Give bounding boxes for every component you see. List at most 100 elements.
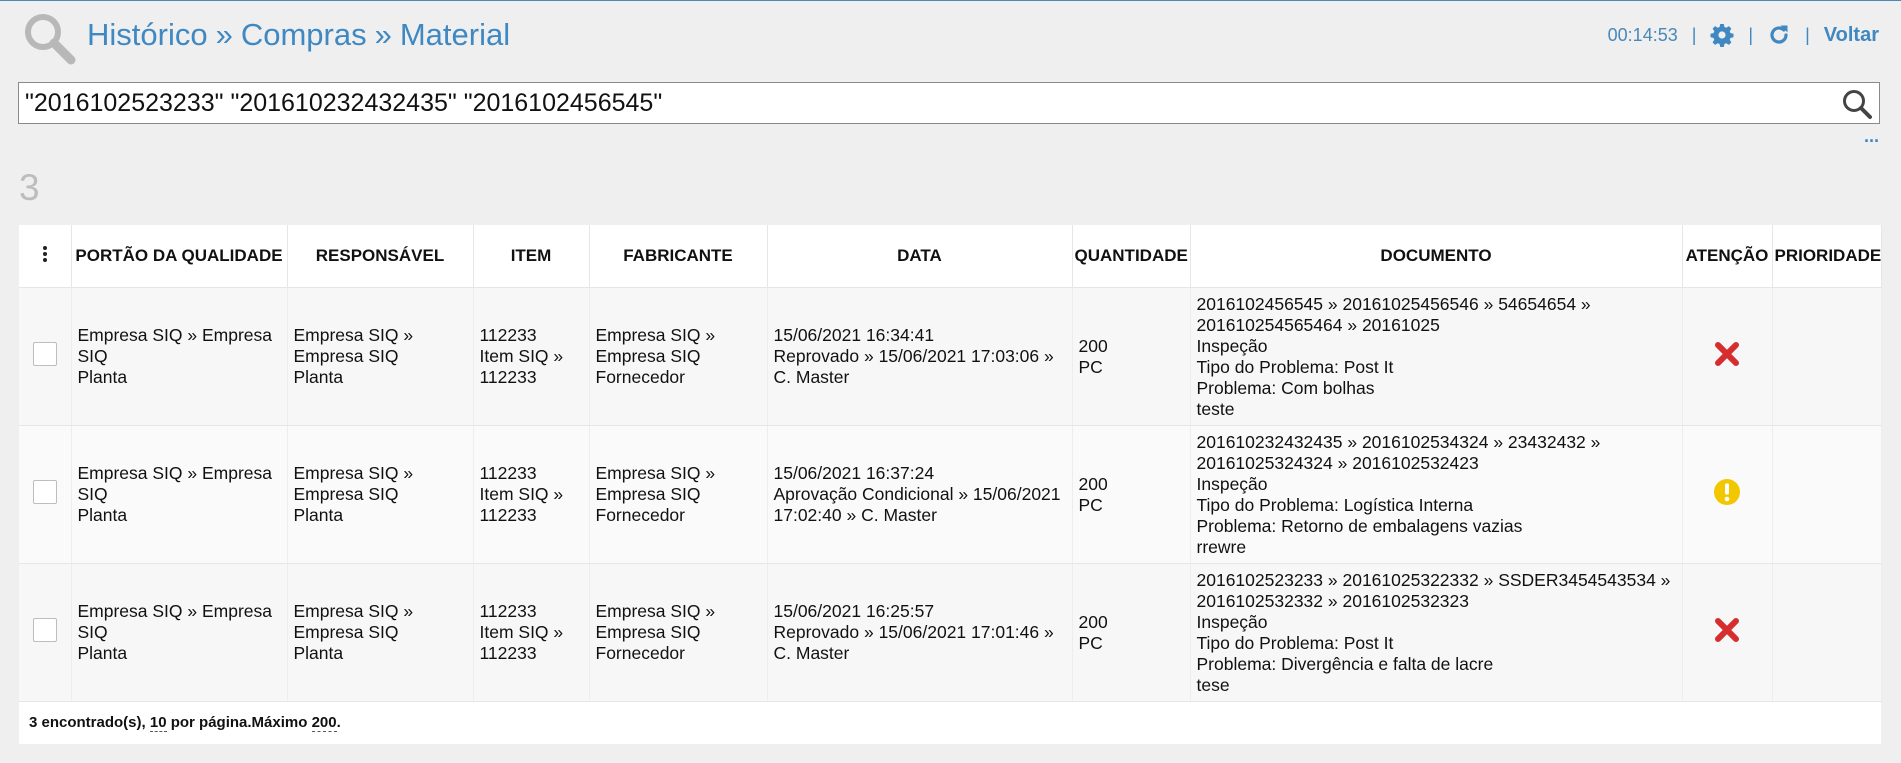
table-row[interactable]: Empresa SIQ » Empresa SIQ Planta Empresa…: [19, 287, 1882, 426]
column-header-documento[interactable]: DOCUMENTO: [1190, 225, 1683, 288]
cell-line: SIQ: [77, 484, 108, 504]
cell-line: Fornecedor: [595, 643, 686, 663]
cell-line: Empresa SIQ: [595, 622, 701, 642]
column-header-atencao[interactable]: ATENÇÃO: [1682, 225, 1773, 288]
cell-line: Empresa SIQ » Empresa: [77, 325, 273, 345]
column-header-item[interactable]: ITEM: [473, 225, 590, 288]
cell-prioridade: [1772, 425, 1882, 564]
cell-line: 20161025324324 » 2016102532423: [1196, 452, 1479, 473]
cell-line: Problema: Com bolhas: [1196, 377, 1375, 398]
max-results-selector[interactable]: 200: [311, 714, 337, 732]
cell-line: 15/06/2021 16:25:57: [773, 601, 935, 621]
warning-icon: [1714, 479, 1740, 505]
column-header-responsavel[interactable]: RESPONSÁVEL: [287, 225, 474, 288]
cell-line: Empresa SIQ »: [293, 463, 414, 483]
search-bar: [18, 82, 1880, 124]
row-select-cell: [19, 563, 72, 702]
cell-data: 15/06/2021 16:34:41 Reprovado » 15/06/20…: [767, 287, 1073, 426]
pagination-footer: 3 encontrado(s), 10 por página.Máximo 20…: [19, 702, 1881, 744]
cell-line: Problema: Retorno de embalagens vazias: [1196, 515, 1523, 536]
gear-icon[interactable]: [1710, 23, 1734, 47]
cell-line: 2016102523233 » 20161025322332 » SSDER34…: [1196, 569, 1671, 590]
cell-line: Fornecedor: [595, 505, 686, 525]
table-row[interactable]: Empresa SIQ » Empresa SIQ Planta Empresa…: [19, 425, 1882, 564]
cell-fabricante: Empresa SIQ » Empresa SIQ Fornecedor: [589, 563, 768, 702]
cell-line: Planta: [293, 367, 344, 387]
cell-line: Inspeção: [1196, 611, 1268, 632]
more-options-icon[interactable]: ···: [1864, 131, 1880, 152]
row-checkbox[interactable]: [32, 480, 57, 504]
cell-line: Empresa SIQ » Empresa: [77, 601, 273, 621]
cell-line: 200: [1078, 335, 1108, 356]
search-input[interactable]: [19, 83, 1831, 123]
cell-line: 201610232432435 » 2016102534324 » 234324…: [1196, 431, 1601, 452]
per-page-selector[interactable]: 10: [149, 714, 167, 732]
cell-line: Empresa SIQ »: [595, 463, 716, 483]
cell-documento: 2016102523233 » 20161025322332 » SSDER34…: [1190, 563, 1683, 702]
cell-line: 112233: [479, 463, 537, 483]
cell-line: Empresa SIQ: [595, 346, 701, 366]
cell-line: Empresa SIQ: [293, 346, 399, 366]
column-menu[interactable]: [19, 225, 72, 288]
column-header-portao[interactable]: PORTÃO DA QUALIDADE: [71, 225, 288, 288]
page-header: Histórico» Compras» Material 00:14:53 | | …: [0, 1, 1901, 73]
per-page-text: por página.Máximo: [166, 714, 312, 731]
cell-line: teste: [1196, 398, 1235, 419]
magnifier-logo-icon: [25, 14, 76, 65]
cell-line: 15/06/2021 16:34:41: [773, 325, 935, 345]
cell-line: PC: [1078, 356, 1103, 377]
results-table-container: PORTÃO DA QUALIDADE RESPONSÁVEL ITEM FAB…: [19, 225, 1882, 744]
cell-data: 15/06/2021 16:37:24 Aprovação Condiciona…: [767, 425, 1073, 564]
cell-line: Tipo do Problema: Logística Interna: [1196, 494, 1474, 515]
found-count-text: 3 encontrado(s),: [29, 714, 150, 731]
cell-line: Planta: [77, 367, 128, 387]
cell-line: PC: [1078, 494, 1103, 515]
cell-atencao: [1682, 425, 1773, 564]
cell-documento: 2016102456545 » 20161025456546 » 5465465…: [1190, 287, 1683, 426]
column-header-data[interactable]: DATA: [767, 225, 1073, 288]
breadcrumb-separator: »: [374, 17, 392, 52]
cell-line: SIQ: [77, 346, 108, 366]
cell-line: Empresa SIQ: [595, 484, 701, 504]
cell-line: 2016102532332 » 2016102532323: [1196, 590, 1470, 611]
kebab-menu-icon[interactable]: [42, 245, 48, 263]
cell-item: 112233 Item SIQ » 112233: [473, 287, 590, 426]
x-icon: [1715, 342, 1739, 366]
column-header-fabricante[interactable]: FABRICANTE: [589, 225, 768, 288]
cell-responsavel: Empresa SIQ » Empresa SIQ Planta: [287, 287, 474, 426]
cell-line: 201610254565464 » 20161025: [1196, 314, 1440, 335]
cell-line: tese: [1196, 674, 1230, 695]
x-icon: [1715, 618, 1739, 642]
cell-line: Empresa SIQ »: [595, 601, 716, 621]
search-icon[interactable]: [1841, 88, 1873, 120]
row-select-cell: [19, 287, 72, 426]
cell-item: 112233 Item SIQ » 112233: [473, 563, 590, 702]
column-header-quantidade[interactable]: QUANTIDADE: [1072, 225, 1191, 288]
column-header-prioridade[interactable]: PRIORIDADE: [1772, 225, 1882, 288]
cell-portao: Empresa SIQ » Empresa SIQ Planta: [71, 287, 288, 426]
refresh-icon[interactable]: [1767, 23, 1791, 47]
cell-line: Reprovado » 15/06/2021 17:01:46 »: [773, 622, 1054, 642]
table-row[interactable]: Empresa SIQ » Empresa SIQ Planta Empresa…: [19, 563, 1882, 702]
cell-line: Planta: [293, 505, 344, 525]
divider: |: [1691, 24, 1697, 45]
cell-line: 2016102456545 » 20161025456546 » 5465465…: [1196, 293, 1591, 314]
cell-portao: Empresa SIQ » Empresa SIQ Planta: [71, 563, 288, 702]
row-select-cell: [19, 425, 72, 564]
results-table: PORTÃO DA QUALIDADE RESPONSÁVEL ITEM FAB…: [19, 225, 1882, 702]
breadcrumb-item-compras[interactable]: Compras: [241, 17, 367, 52]
cell-line: Empresa SIQ »: [595, 325, 716, 345]
breadcrumb-item-historico[interactable]: Histórico: [87, 17, 208, 52]
footer-period: .: [336, 714, 341, 731]
cell-line: 112233: [479, 601, 537, 621]
cell-data: 15/06/2021 16:25:57 Reprovado » 15/06/20…: [767, 563, 1073, 702]
cell-portao: Empresa SIQ » Empresa SIQ Planta: [71, 425, 288, 564]
cell-line: Planta: [77, 505, 128, 525]
cell-line: C. Master: [773, 367, 850, 387]
session-timer: 00:14:53: [1607, 24, 1678, 45]
back-link[interactable]: Voltar: [1824, 24, 1879, 47]
row-checkbox[interactable]: [32, 618, 57, 642]
cell-line: Reprovado » 15/06/2021 17:03:06 »: [773, 346, 1054, 366]
cell-responsavel: Empresa SIQ » Empresa SIQ Planta: [287, 563, 474, 702]
row-checkbox[interactable]: [32, 342, 57, 366]
